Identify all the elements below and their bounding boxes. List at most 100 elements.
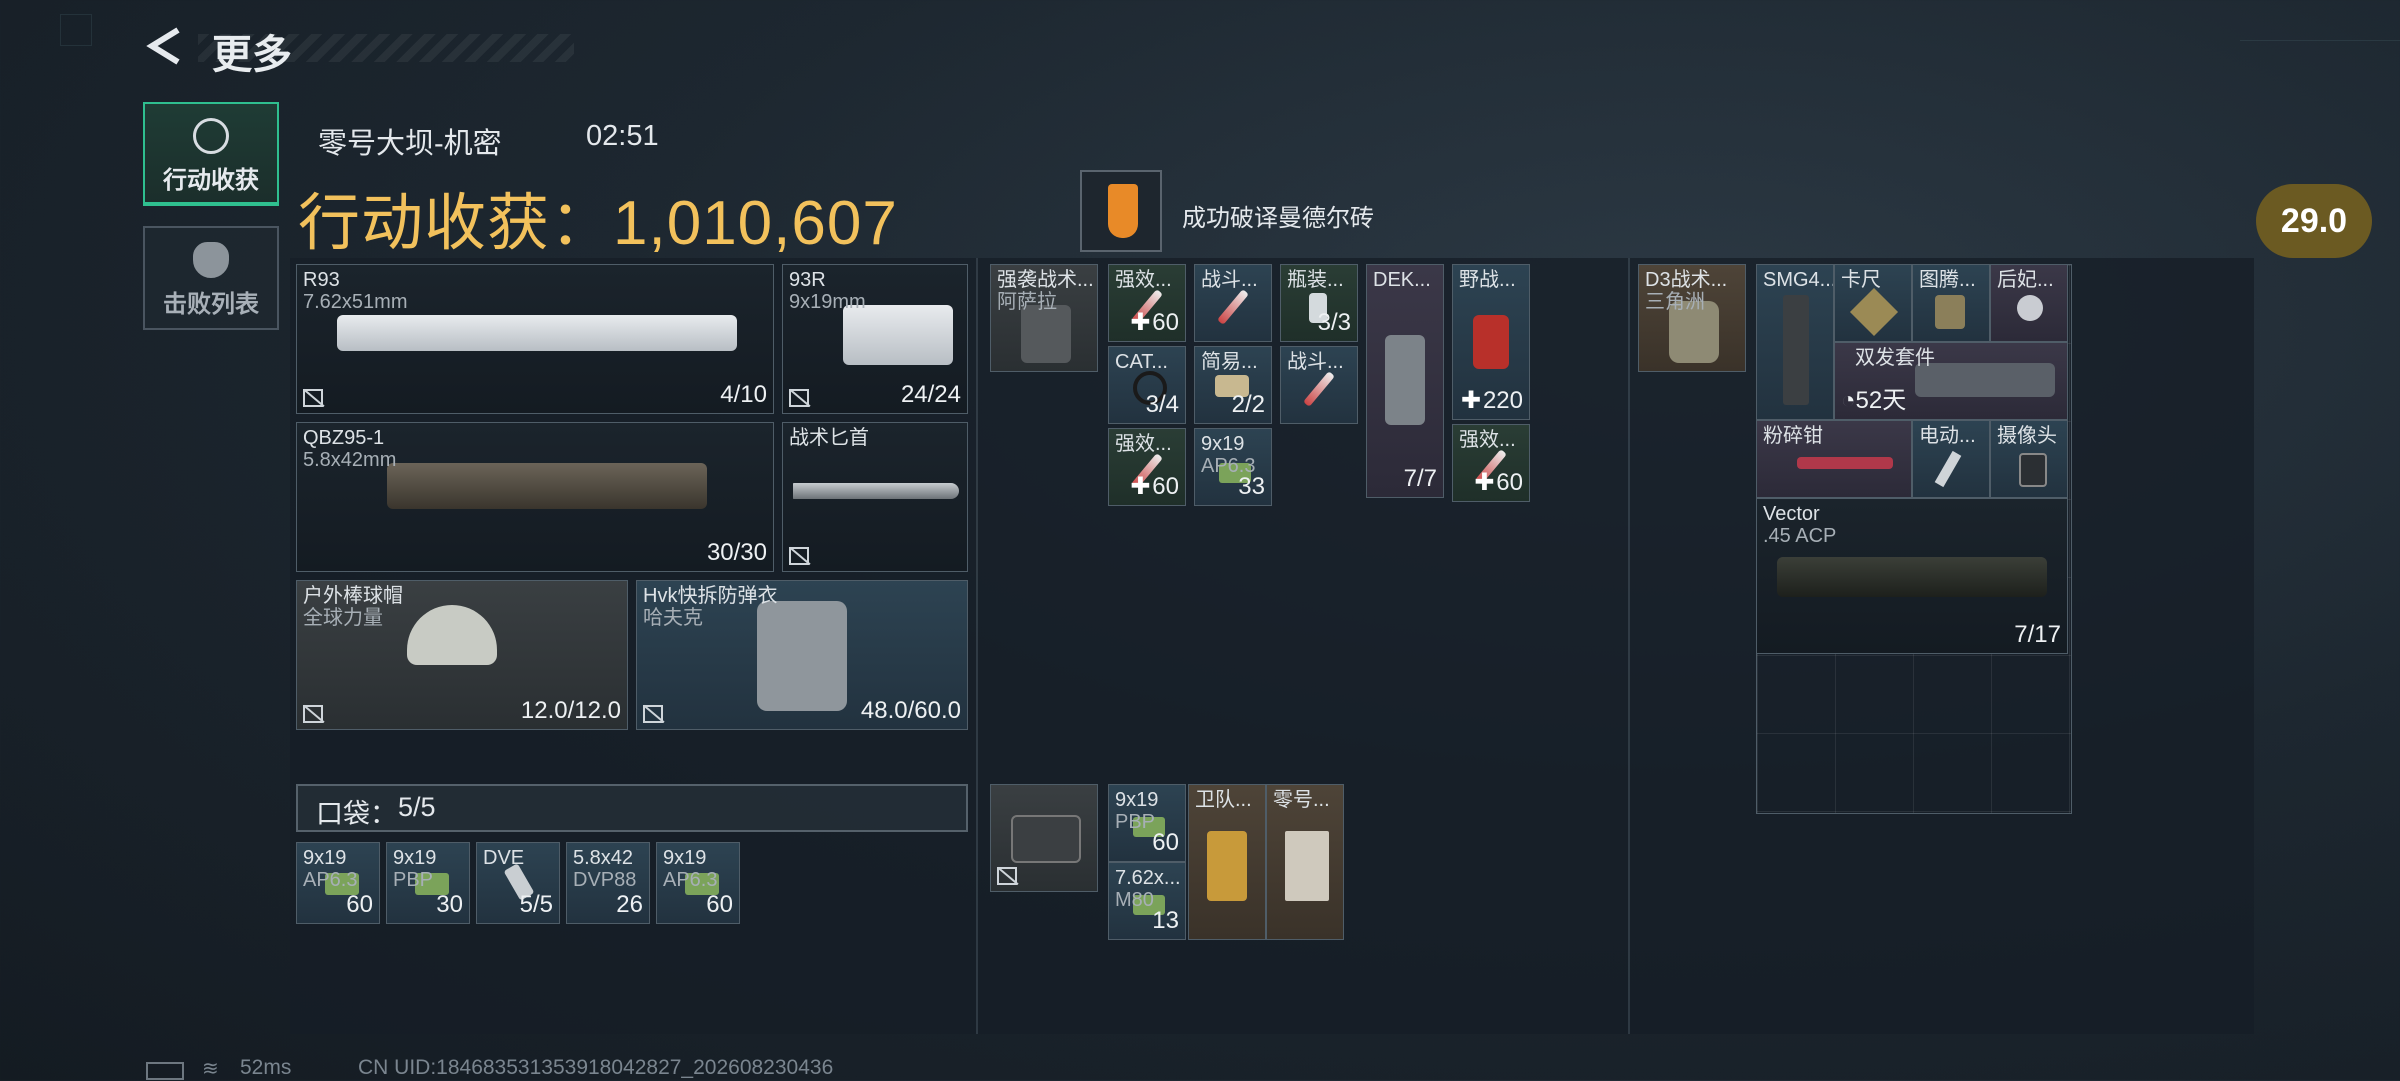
weapon-slot-pistol[interactable]: 93R 9x19mm 24/24 bbox=[782, 264, 968, 414]
item-count: 60 bbox=[1496, 469, 1523, 496]
paper-icon bbox=[1285, 831, 1329, 901]
unlocked-icon bbox=[997, 867, 1017, 885]
rig-item[interactable]: 强效... ✚60 bbox=[1452, 424, 1530, 502]
plus-icon: ✚ bbox=[1130, 473, 1151, 500]
item-count: 48.0/60.0 bbox=[860, 697, 961, 724]
divider bbox=[1628, 258, 1630, 1034]
divider bbox=[976, 258, 978, 1034]
item-sub: .45 ACP bbox=[1763, 525, 1837, 547]
item-count: 3/3 bbox=[1317, 309, 1351, 336]
item-sub: 7.62x51mm bbox=[303, 291, 408, 313]
item-count: 26 bbox=[616, 891, 643, 918]
rig-item[interactable]: DEK... 7/7 bbox=[1366, 264, 1444, 498]
backpack-slot[interactable]: D3战术... 三角洲 bbox=[1638, 264, 1746, 372]
case-item[interactable]: 9x19 PBP 60 bbox=[1108, 784, 1186, 862]
item-sub: PBP bbox=[393, 869, 434, 891]
item-count: 220 bbox=[1482, 387, 1523, 414]
item-count: 13 bbox=[1152, 907, 1179, 934]
unlocked-icon bbox=[643, 705, 663, 723]
rifle-image bbox=[387, 463, 707, 509]
pocket-item[interactable]: 5.8x42 DVP88 26 bbox=[566, 842, 650, 924]
syringe-icon bbox=[1217, 289, 1249, 325]
item-name: 粉碎钳 bbox=[1763, 425, 1823, 447]
rig-item[interactable]: CAT... 3/4 bbox=[1108, 346, 1186, 424]
caliper-icon bbox=[1849, 287, 1899, 337]
tab-kills[interactable]: 击败列表 bbox=[143, 226, 279, 330]
secure-case-slot[interactable] bbox=[990, 784, 1098, 892]
weapon-slot-secondary[interactable]: QBZ95-1 5.8x42mm 30/30 bbox=[296, 422, 774, 572]
total-value: 行动收获：1,010,607 bbox=[298, 189, 898, 258]
item-count: 60 bbox=[1152, 829, 1179, 856]
rig-item[interactable]: 瓶装... 3/3 bbox=[1280, 264, 1358, 342]
item-count: 30/30 bbox=[706, 539, 767, 566]
pocket-label: 口袋： bbox=[316, 799, 397, 829]
backpack-item[interactable]: 图腾... bbox=[1912, 264, 1990, 342]
item-name: 卫队... bbox=[1195, 789, 1252, 811]
ping-text: 52ms bbox=[240, 1056, 292, 1079]
case-item[interactable]: 卫队... bbox=[1188, 784, 1266, 940]
armor-slot[interactable]: Hvk快拆防弹衣 哈夫克 48.0/60.0 bbox=[636, 580, 968, 730]
kit-icon bbox=[1385, 335, 1425, 425]
pocket-item[interactable]: 9x19 AP6.3 60 bbox=[296, 842, 380, 924]
item-count: 60 bbox=[706, 891, 733, 918]
item-sub: 5.8x42mm bbox=[303, 449, 397, 471]
item-name: Hvk快拆防弹衣 bbox=[643, 585, 778, 607]
coin-icon bbox=[193, 118, 229, 154]
uid-text: CN UID:1846835313539180428​27_2026082304… bbox=[358, 1056, 834, 1079]
item-name: 9x19 bbox=[393, 847, 437, 869]
rig-item[interactable]: 强效... ✚60 bbox=[1108, 264, 1186, 342]
rig-item[interactable]: 战斗... bbox=[1194, 264, 1272, 342]
item-name: 双发套件 bbox=[1855, 347, 1935, 369]
item-name: 强袭战术... bbox=[997, 269, 1094, 291]
rig-item[interactable]: 野战... ✚220 bbox=[1452, 264, 1530, 420]
rig-item[interactable]: 战斗... bbox=[1280, 346, 1358, 424]
case-item[interactable]: 7.62x... M80 13 bbox=[1108, 862, 1186, 940]
chest-rig-slot[interactable]: 强袭战术... 阿萨拉 bbox=[990, 264, 1098, 372]
unlocked-icon bbox=[789, 547, 809, 565]
item-count: 2/2 bbox=[1231, 391, 1265, 418]
page-title: 更多 bbox=[212, 33, 292, 77]
line-deco bbox=[2240, 40, 2400, 41]
wifi-icon: ≋ bbox=[202, 1058, 219, 1080]
item-name: 战术匕首 bbox=[789, 427, 869, 449]
backpack-item[interactable]: 电动... bbox=[1912, 420, 1990, 498]
item-name: 9x19 bbox=[1201, 433, 1245, 455]
case-item[interactable]: 零号... bbox=[1266, 784, 1344, 940]
backpack-item[interactable]: 粉碎钳 bbox=[1756, 420, 1912, 498]
item-count: 12.0/12.0 bbox=[520, 697, 621, 724]
item-name: 7.62x... bbox=[1115, 867, 1181, 889]
backpack-item[interactable]: 后妃... bbox=[1990, 264, 2068, 342]
backpack-item[interactable]: 卡尺 bbox=[1834, 264, 1912, 342]
vest-image bbox=[757, 601, 847, 711]
helmet-slot[interactable]: 户外棒球帽 全球力量 12.0/12.0 bbox=[296, 580, 628, 730]
item-count: 24/24 bbox=[900, 381, 961, 408]
melee-slot[interactable]: 战术匕首 bbox=[782, 422, 968, 572]
item-name: 强效... bbox=[1115, 433, 1172, 455]
item-count: 60 bbox=[346, 891, 373, 918]
magazine-icon bbox=[1783, 295, 1809, 405]
raid-time: 02:51 bbox=[586, 120, 659, 152]
rig-item[interactable]: 简易... 2/2 bbox=[1194, 346, 1272, 424]
item-count: 5/5 bbox=[519, 891, 553, 918]
device-icon bbox=[1915, 363, 2055, 397]
pocket-item[interactable]: 9x19 AP6.3 60 bbox=[656, 842, 740, 924]
pocket-item[interactable]: 9x19 PBP 30 bbox=[386, 842, 470, 924]
medkit-icon bbox=[1473, 315, 1509, 369]
item-name: 战斗... bbox=[1201, 269, 1258, 291]
battery-icon bbox=[146, 1062, 184, 1080]
backpack-weapon[interactable]: Vector .45 ACP 7/17 bbox=[1756, 498, 2068, 654]
pocket-item[interactable]: DVE 5/5 bbox=[476, 842, 560, 924]
backpack-item[interactable]: 摄像头 bbox=[1990, 420, 2068, 498]
chevron-left-icon[interactable] bbox=[140, 22, 188, 70]
backpack-item[interactable]: SMG4... bbox=[1756, 264, 1834, 420]
tab-loot[interactable]: 行动收获 bbox=[143, 102, 279, 206]
weapon-slot-primary[interactable]: R93 7.62x51mm 4/10 bbox=[296, 264, 774, 414]
item-count: 4/10 bbox=[720, 381, 767, 408]
rig-item[interactable]: 9x19 AP6.3 33 bbox=[1194, 428, 1272, 506]
item-sub: M80 bbox=[1115, 889, 1154, 911]
item-name: D3战术... bbox=[1645, 269, 1728, 291]
backpack-item[interactable]: 双发套件 ◔52天 bbox=[1834, 342, 2068, 420]
rig-item[interactable]: 强效... ✚60 bbox=[1108, 428, 1186, 506]
tab-loot-label: 行动收获 bbox=[163, 167, 259, 194]
item-name: SMG4... bbox=[1763, 269, 1834, 291]
